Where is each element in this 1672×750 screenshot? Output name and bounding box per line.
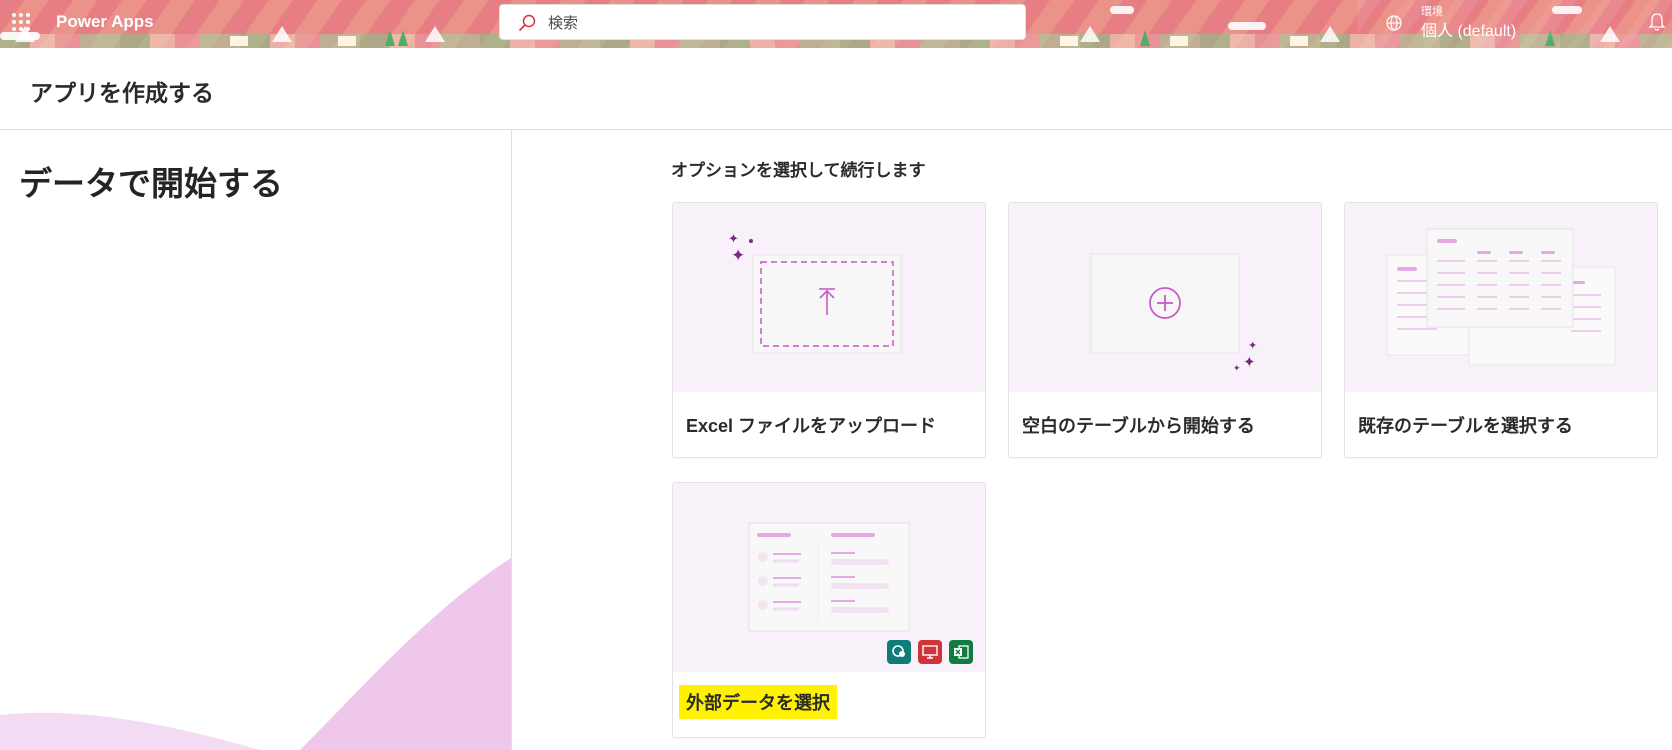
option-card-external-data[interactable]: 外部データを選択 (672, 482, 986, 738)
options-subtitle: オプションを選択して続行します (671, 161, 926, 180)
notification-bell-icon[interactable] (1648, 12, 1666, 32)
svg-text:✦: ✦ (1233, 364, 1241, 374)
left-pane-decoration (0, 558, 511, 750)
search-box[interactable] (499, 4, 1026, 40)
left-heading: データで開始する (19, 165, 283, 202)
svg-text:✦: ✦ (728, 232, 739, 247)
option-card-excel-upload[interactable]: ✦ ✦ Excel ファイルをアップロード (672, 202, 986, 458)
environment-icon[interactable] (1385, 14, 1403, 32)
search-input[interactable] (548, 11, 1008, 35)
card-label: 空白のテーブルから開始する (1022, 416, 1255, 436)
svg-text:✦: ✦ (1243, 353, 1256, 371)
option-card-existing-table[interactable]: 既存のテーブルを選択する (1344, 202, 1658, 458)
card-label: 外部データを選択 (679, 685, 837, 719)
upload-icon: ✦ ✦ (728, 232, 902, 354)
top-bar: Power Apps 環境 個人 (default) (0, 0, 1672, 48)
add-circle-icon: ✦ ✦ ✦ (1090, 253, 1257, 374)
search-icon (518, 14, 536, 32)
environment-value[interactable]: 個人 (default) (1421, 17, 1516, 41)
app-name[interactable]: Power Apps (56, 12, 154, 32)
svg-text:✦: ✦ (731, 246, 745, 266)
pane-divider (511, 130, 512, 750)
svg-text:✦: ✦ (1248, 339, 1257, 352)
sql-server-icon (918, 640, 942, 664)
app-launcher-icon[interactable] (12, 13, 30, 31)
left-pane: データで開始する (0, 130, 511, 750)
option-card-blank-table[interactable]: ✦ ✦ ✦ 空白のテーブルから開始する (1008, 202, 1322, 458)
sharepoint-icon (887, 640, 911, 664)
tables-icon (1386, 228, 1616, 366)
page-title: アプリを作成する (30, 80, 214, 106)
card-label: Excel ファイルをアップロード (686, 416, 937, 436)
excel-icon (949, 640, 973, 664)
card-label: 既存のテーブルを選択する (1358, 416, 1573, 436)
